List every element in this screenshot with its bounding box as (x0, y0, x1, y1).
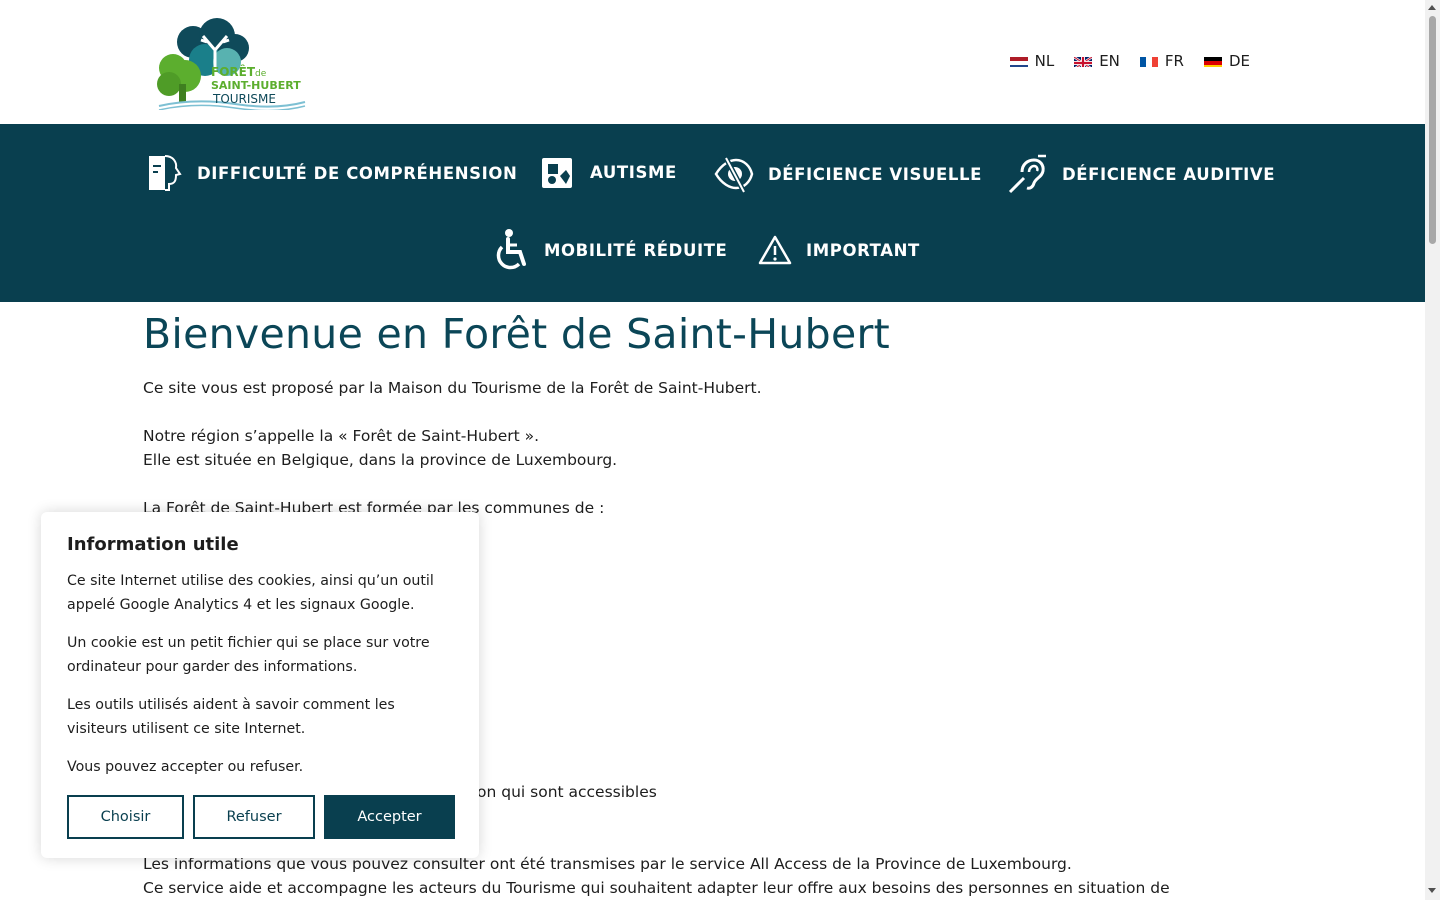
all-access-service-text: Ce service aide et accompagne les acteur… (143, 879, 1170, 897)
cookie-buttons: Choisir Refuser Accepter (67, 795, 455, 839)
page-title: Bienvenue en Forêt de Saint-Hubert (143, 310, 891, 358)
choose-button[interactable]: Choisir (67, 795, 184, 839)
accessibility-nav: DIFFICULTÉ DE COMPRÉHENSION AUTISME DÉFI… (0, 124, 1425, 302)
lang-label: FR (1164, 52, 1184, 70)
nav-item-comprehension[interactable]: DIFFICULTÉ DE COMPRÉHENSION (145, 154, 517, 192)
intro-paragraph: Ce site vous est proposé par la Maison d… (143, 379, 762, 397)
nav-item-hearing[interactable]: DÉFICIENCE AUDITIVE (1008, 154, 1275, 194)
site-logo[interactable]: FORÊTde SAINT-HUBERT TOURISME (155, 14, 310, 112)
scrollbar-thumb[interactable] (1429, 16, 1436, 244)
nav-item-visual[interactable]: DÉFICIENCE VISUELLE (714, 154, 982, 194)
hearing-impairment-icon (1008, 154, 1046, 194)
cookie-text-2: Un cookie est un petit fichier qui se pl… (67, 635, 430, 675)
germany-flag-icon (1203, 55, 1222, 67)
visual-impairment-icon (714, 156, 754, 194)
nav-item-important[interactable]: IMPORTANT (758, 235, 920, 265)
logo-line3: TOURISME (213, 92, 276, 106)
cookie-title: Information utile (67, 534, 239, 555)
lang-nl[interactable]: NL (1009, 52, 1055, 70)
nav-label: DIFFICULTÉ DE COMPRÉHENSION (197, 163, 518, 183)
lang-label: DE (1228, 52, 1250, 70)
lang-fr[interactable]: FR (1139, 52, 1184, 70)
warning-icon (758, 235, 792, 265)
france-flag-icon (1139, 55, 1158, 67)
nav-label: DÉFICIENCE AUDITIVE (1062, 164, 1276, 184)
refuse-button[interactable]: Refuser (193, 795, 315, 839)
logo-line1: FORÊT (211, 65, 256, 79)
logo-line2: SAINT-HUBERT (211, 79, 301, 92)
wheelchair-icon (496, 229, 526, 270)
site-header: FORÊTde SAINT-HUBERT TOURISME NL EN FR D… (0, 0, 1425, 124)
main-content: Bienvenue en Forêt de Saint-Hubert Ce si… (143, 302, 1233, 897)
uk-flag-icon (1074, 55, 1093, 67)
cookie-text-3: Les outils utilisés aident à savoir comm… (67, 697, 395, 737)
nav-item-autism[interactable]: AUTISME (540, 154, 677, 190)
easy-to-read-icon (149, 155, 182, 191)
nav-label: AUTISME (590, 162, 677, 182)
lang-label: EN (1099, 52, 1120, 70)
logo-line1-suffix: de (255, 69, 267, 79)
cookie-text-4: Vous pouvez accepter ou refuser. (67, 759, 304, 775)
nav-label: IMPORTANT (806, 240, 920, 260)
lang-en[interactable]: EN (1074, 52, 1120, 70)
netherlands-flag-icon (1009, 55, 1028, 67)
nav-item-mobility[interactable]: MOBILITÉ RÉDUITE (492, 228, 727, 272)
accessible-places-text: on qui sont accessibles (477, 783, 657, 801)
scroll-down-icon[interactable] (1428, 888, 1436, 893)
language-switcher: NL EN FR DE (1009, 52, 1250, 70)
autism-icon (542, 158, 572, 188)
accept-button[interactable]: Accepter (324, 795, 455, 839)
nav-label: DÉFICIENCE VISUELLE (768, 164, 982, 184)
region-location-text: Elle est située en Belgique, dans la pro… (143, 451, 618, 469)
lang-de[interactable]: DE (1203, 52, 1250, 70)
region-name-text: Notre région s’appelle la « Forêt de Sai… (143, 427, 540, 445)
nav-label: MOBILITÉ RÉDUITE (544, 240, 728, 260)
vertical-scrollbar[interactable] (1425, 0, 1440, 900)
lang-label: NL (1034, 52, 1055, 70)
cookie-consent-dialog: Information utile Ce site Internet utili… (41, 512, 479, 858)
cookie-text-1: Ce site Internet utilise des cookies, ai… (67, 573, 434, 613)
scroll-up-icon[interactable] (1428, 5, 1436, 10)
